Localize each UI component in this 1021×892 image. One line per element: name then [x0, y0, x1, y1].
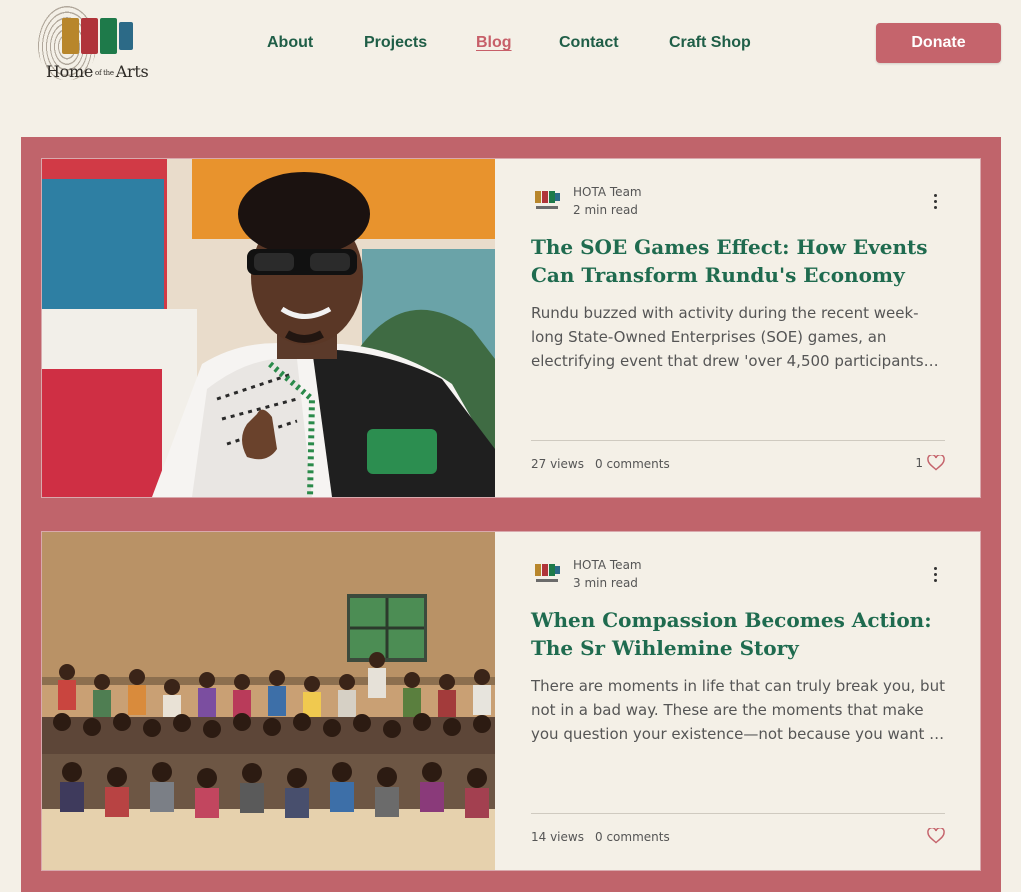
blog-feed: HOTA Team 2 min read The SOE Games Effec… [21, 137, 1001, 892]
author-name[interactable]: HOTA Team [573, 558, 642, 572]
home-of-the-arts-logo[interactable]: Home of the Arts [38, 4, 149, 86]
post-excerpt[interactable]: Rundu buzzed with activity during the re… [531, 301, 945, 373]
divider [531, 813, 945, 814]
heart-icon [927, 828, 945, 844]
post-image-group-of-children[interactable] [42, 532, 495, 870]
comment-count[interactable]: 0 comments [595, 457, 670, 471]
author-avatar[interactable] [533, 189, 561, 213]
logo-wordmark: Home of the Arts [46, 62, 149, 81]
blog-post-card[interactable]: HOTA Team 3 min read When Compassion Bec… [41, 531, 981, 871]
post-image-man-thumbs-up[interactable] [42, 159, 495, 497]
post-excerpt[interactable]: There are moments in life that can truly… [531, 674, 945, 746]
nav-item-blog[interactable]: Blog [476, 32, 512, 54]
blog-post-card[interactable]: HOTA Team 2 min read The SOE Games Effec… [41, 158, 981, 498]
like-count: 1 [915, 456, 923, 470]
more-options-icon[interactable] [925, 564, 945, 584]
author-avatar[interactable] [533, 562, 561, 586]
logo-tiles [62, 18, 135, 54]
group-of-children-illustration [42, 532, 495, 870]
like-button[interactable] [923, 828, 945, 844]
post-meta: HOTA Team 3 min read [531, 558, 945, 592]
man-thumbs-up-illustration [42, 159, 495, 497]
nav-item-projects[interactable]: Projects [364, 32, 427, 54]
view-count: 14 views [531, 830, 584, 844]
donate-button[interactable]: Donate [876, 23, 1001, 63]
site-header: Home of the Arts About Projects Blog Conta… [0, 0, 1021, 90]
comment-count[interactable]: 0 comments [595, 830, 670, 844]
view-count: 27 views [531, 457, 584, 471]
like-button[interactable]: 1 [915, 455, 945, 471]
nav-item-about[interactable]: About [267, 32, 313, 54]
read-time: 3 min read [573, 576, 638, 590]
more-options-icon[interactable] [925, 191, 945, 211]
nav-item-contact[interactable]: Contact [559, 32, 619, 54]
post-stats: 27 views 0 comments 1 [531, 455, 945, 473]
read-time: 2 min read [573, 203, 638, 217]
heart-icon [927, 455, 945, 471]
post-stats: 14 views 0 comments [531, 828, 945, 846]
post-meta: HOTA Team 2 min read [531, 185, 945, 219]
nav-item-craft-shop[interactable]: Craft Shop [669, 32, 751, 54]
post-title[interactable]: When Compassion Becomes Action: The Sr W… [531, 606, 951, 662]
author-name[interactable]: HOTA Team [573, 185, 642, 199]
post-body: HOTA Team 2 min read The SOE Games Effec… [531, 159, 945, 497]
post-body: HOTA Team 3 min read When Compassion Bec… [531, 532, 945, 870]
divider [531, 440, 945, 441]
post-title[interactable]: The SOE Games Effect: How Events Can Tra… [531, 233, 951, 289]
